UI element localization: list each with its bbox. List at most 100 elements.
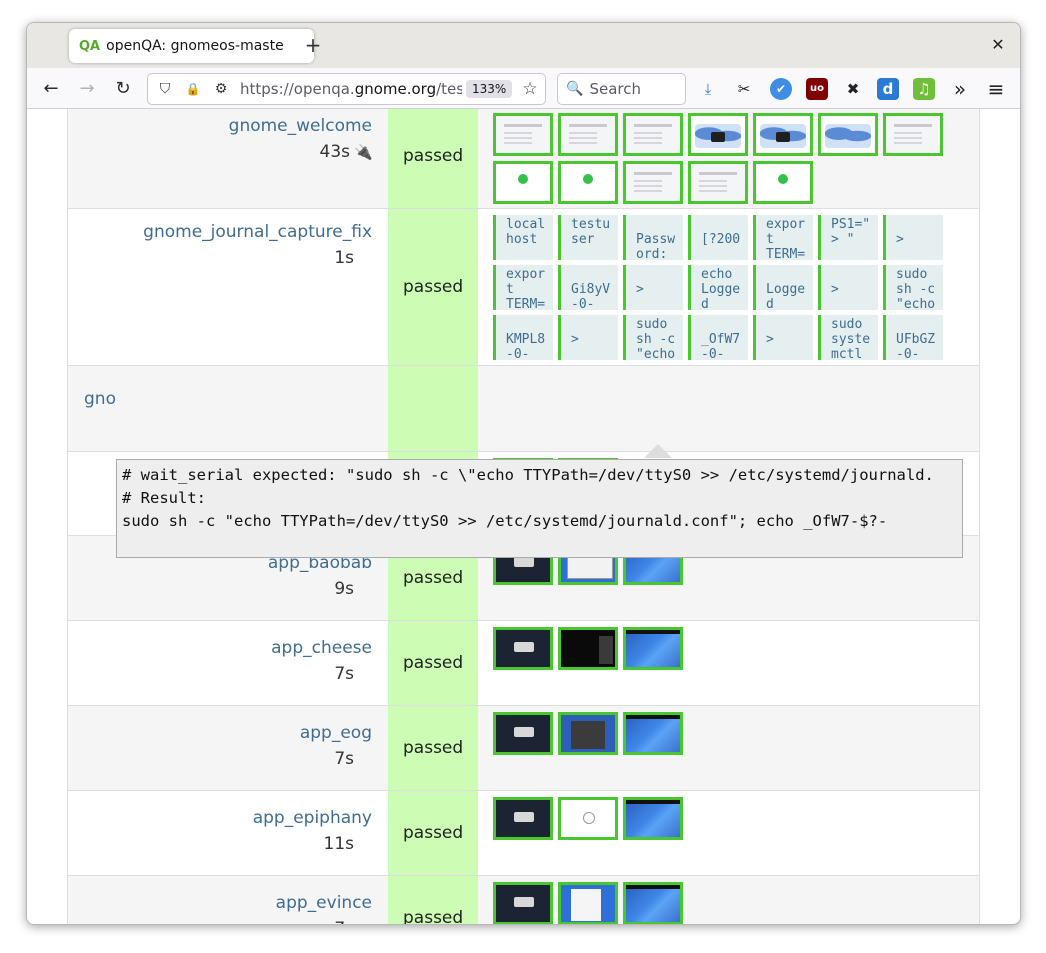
serial-output-box[interactable]: > — [883, 215, 943, 260]
screenshot-thumbnail[interactable] — [493, 113, 553, 156]
test-name-cell: gnome_welcome 43s 🔌 — [68, 109, 388, 208]
result-status: passed — [403, 738, 464, 758]
serial-output-box[interactable]: Gi8yV -0- — [558, 265, 618, 310]
test-link[interactable]: app_cheese — [68, 635, 372, 661]
extension-bitwarden-icon[interactable]: ✔ — [770, 78, 792, 100]
search-input[interactable]: 🔍 Search — [557, 73, 686, 105]
permissions-icon[interactable]: ⚙ — [210, 81, 232, 97]
page-viewport: gnome_welcome 43s 🔌 passed gnome_journal… — [27, 109, 1020, 924]
overflow-menu-icon[interactable]: » — [949, 78, 971, 100]
serial-output-box[interactable]: local host — [493, 215, 553, 260]
test-duration: 43s 🔌 — [68, 139, 373, 165]
screenshot-thumbnail[interactable] — [493, 161, 553, 204]
new-tab-button[interactable]: + — [300, 32, 326, 58]
serial-output-box[interactable]: Passw ord: — [623, 215, 683, 260]
serial-output-box[interactable]: > — [558, 315, 618, 360]
test-link[interactable]: app_epiphany — [68, 805, 372, 831]
serial-output-box[interactable]: > — [753, 315, 813, 360]
screenshot-thumbnail[interactable] — [818, 113, 878, 156]
bookmark-star-icon[interactable]: ☆ — [522, 79, 537, 99]
tracking-shield-icon[interactable]: ⛉ — [154, 81, 176, 97]
extension-d-icon[interactable]: d — [877, 78, 899, 100]
close-window-button[interactable]: ✕ — [986, 33, 1010, 57]
serial-output-box[interactable]: echo Logge d — [688, 265, 748, 310]
serial-output-box[interactable]: Logge d — [753, 265, 813, 310]
screenshot-thumbnail[interactable] — [493, 627, 553, 670]
result-status: passed — [403, 145, 464, 166]
screenshot-thumbnail[interactable] — [558, 712, 618, 755]
serial-output-box[interactable]: sudo sh -c "echo — [623, 315, 683, 360]
serial-tooltip: # wait_serial expected: "sudo sh -c \"ec… — [116, 459, 963, 558]
result-cell: passed — [388, 791, 478, 875]
screenshot-thumbnail[interactable] — [688, 113, 748, 156]
serial-output-box[interactable]: KMPL8 -0- — [493, 315, 553, 360]
serial-output-box[interactable]: > — [818, 265, 878, 310]
extension-ublock-icon[interactable]: uo — [806, 78, 828, 100]
screenshot-icon[interactable]: ✂ — [733, 78, 755, 100]
screenshot-thumbnail[interactable] — [753, 113, 813, 156]
table-row: gnome_journal_capture_fix 1s passed loca… — [68, 209, 979, 366]
screenshot-thumbnail[interactable] — [623, 882, 683, 924]
app-menu-icon[interactable]: ≡ — [985, 78, 1007, 100]
serial-output-box[interactable]: [?200 — [688, 215, 748, 260]
test-link[interactable]: gnome_welcome — [68, 113, 372, 139]
screenshot-thumbnail[interactable] — [493, 797, 553, 840]
screenshot-thumbnail[interactable] — [688, 161, 748, 204]
screenshot-thumbnail[interactable] — [623, 627, 683, 670]
screenshot-thumbnail[interactable] — [623, 161, 683, 204]
tooltip-line-result: sudo sh -c "echo TTYPath=/dev/ttyS0 >> /… — [122, 512, 888, 530]
serial-output-box[interactable]: sudo sh -c "echo — [883, 265, 943, 310]
serial-output-box[interactable]: sudo syste mctl — [818, 315, 878, 360]
back-button[interactable]: ← — [37, 75, 65, 103]
result-status: passed — [403, 653, 464, 673]
screenshot-thumbnail[interactable] — [493, 882, 553, 924]
serial-output-box[interactable]: _OfW7 -0- — [688, 315, 748, 360]
address-bar[interactable]: ⛉ 🔒 ⚙ https://openqa.gnome.org/tests/ 13… — [147, 73, 546, 105]
downloads-icon[interactable]: ⤓ — [697, 78, 719, 100]
extension-music-icon[interactable]: ♫ — [913, 78, 935, 100]
test-link[interactable]: app_eog — [68, 720, 372, 746]
test-name-cell: app_cheese 7s — [68, 621, 388, 705]
serial-output-box[interactable]: expor t TERM= — [753, 215, 813, 260]
url-text[interactable]: https://openqa.gnome.org/tests/ — [240, 80, 462, 98]
zoom-level-badge[interactable]: 133% — [466, 80, 513, 98]
screenshot-thumbnail[interactable] — [558, 882, 618, 924]
result-cell: passed — [388, 621, 478, 705]
screenshot-thumbnail[interactable] — [883, 113, 943, 156]
test-name-cell: app_eog 7s — [68, 706, 388, 790]
lock-icon[interactable]: 🔒 — [182, 82, 204, 96]
screenshot-thumbnail[interactable] — [753, 161, 813, 204]
details-cell — [478, 109, 979, 208]
browser-window: QA openQA: gnomeos-maste + ✕ ← → ↻ ⛉ 🔒 ⚙… — [26, 22, 1021, 925]
test-link[interactable]: app_evince — [68, 890, 372, 916]
test-link[interactable]: gnome_journal_capture_fix — [68, 219, 372, 245]
test-name-cell: gnome_journal_capture_fix 1s — [68, 209, 388, 365]
table-row: gno — [68, 366, 979, 452]
screenshot-thumbnail[interactable] — [493, 712, 553, 755]
screenshot-thumbnail[interactable] — [558, 161, 618, 204]
details-cell — [478, 621, 979, 705]
serial-output-box[interactable]: > — [623, 265, 683, 310]
details-cell — [478, 791, 979, 875]
test-link-partial[interactable]: gno — [84, 386, 372, 412]
screenshot-thumbnail[interactable] — [623, 797, 683, 840]
screenshot-thumbnail[interactable] — [558, 627, 618, 670]
browser-tab-active[interactable]: QA openQA: gnomeos-maste — [69, 29, 314, 63]
table-row: gnome_welcome 43s 🔌 passed — [68, 109, 979, 209]
screenshot-thumbnail[interactable] — [558, 797, 618, 840]
details-cell — [478, 366, 979, 451]
screenshot-thumbnail[interactable] — [623, 712, 683, 755]
forward-button[interactable]: → — [73, 75, 101, 103]
tooltip-arrow — [644, 444, 672, 458]
screenshot-thumbnail[interactable] — [558, 113, 618, 156]
reload-button[interactable]: ↻ — [109, 75, 137, 103]
table-row: app_evince 7s passed — [68, 876, 979, 924]
serial-output-box[interactable]: expor t TERM= — [493, 265, 553, 310]
serial-output-box[interactable]: testu ser — [558, 215, 618, 260]
screenshot-thumbnail[interactable] — [623, 113, 683, 156]
result-status: passed — [403, 823, 464, 843]
serial-output-box[interactable]: UFbGZ -0- — [883, 315, 943, 360]
extension-pin-icon[interactable]: ✖ — [842, 78, 864, 100]
serial-output-box[interactable]: PS1=" > " — [818, 215, 878, 260]
openqa-favicon-icon: QA — [79, 38, 101, 54]
